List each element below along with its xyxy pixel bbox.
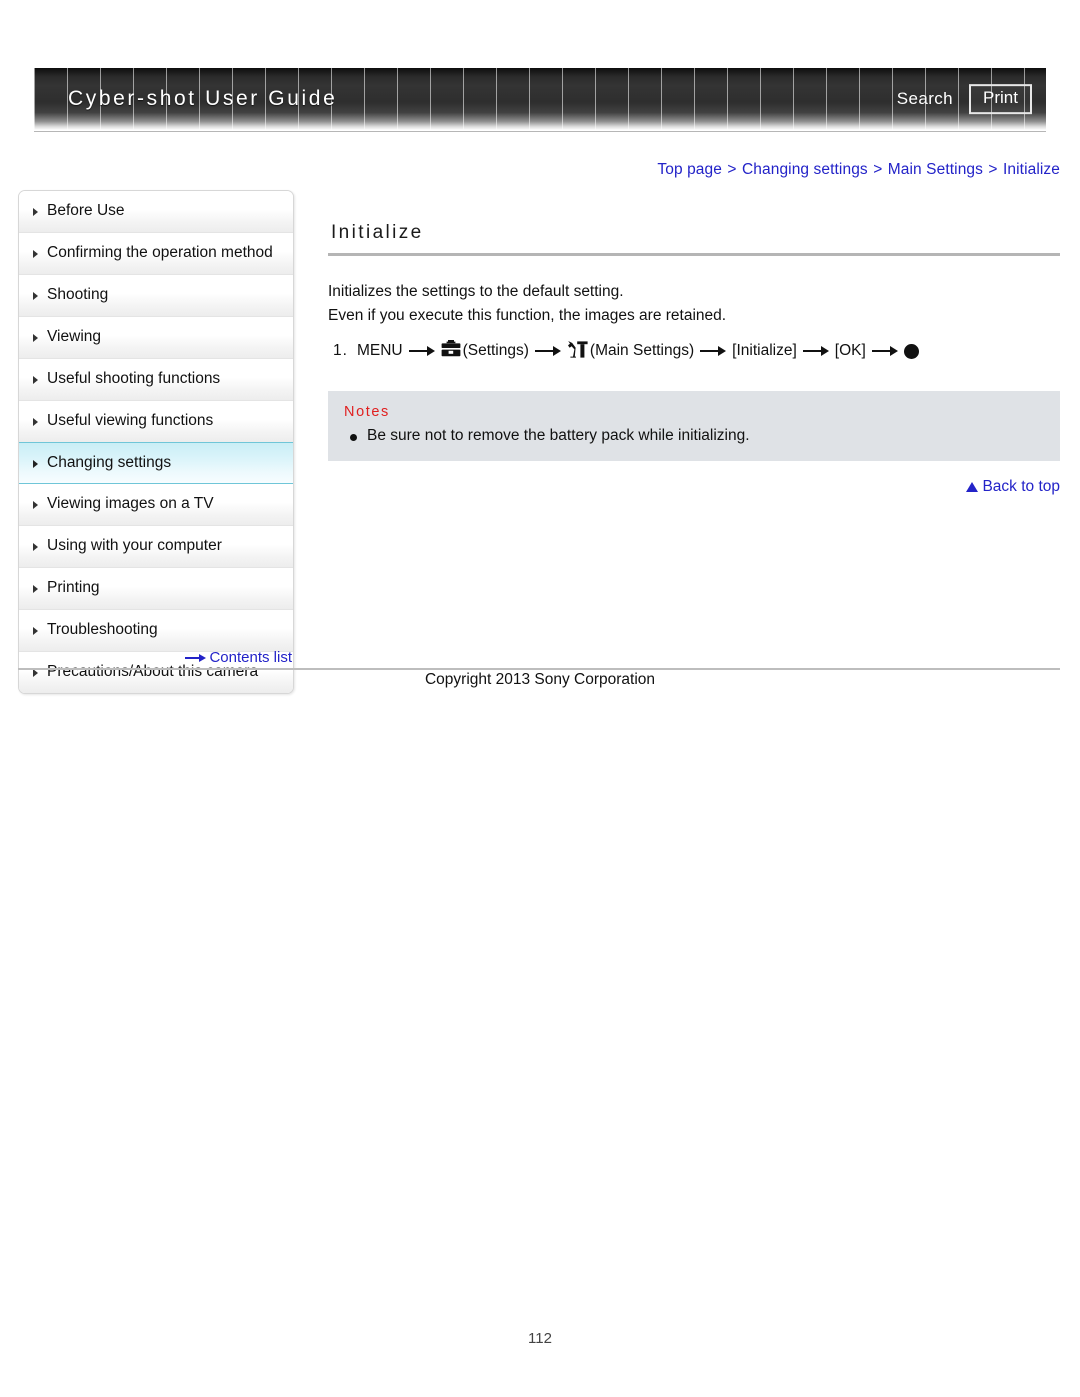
sidebar-item-label: Useful shooting functions (47, 369, 221, 387)
chevron-right-icon (33, 627, 38, 636)
chevron-right-icon (33, 208, 38, 216)
wrench-toolbox-main-settings-icon (567, 340, 588, 363)
header-divider (34, 131, 1046, 132)
sidebar-item-label: Viewing (47, 327, 102, 345)
page-number: 112 (528, 1330, 552, 1347)
sidebar-item-using-with-your-computer[interactable]: Using with your computer (19, 526, 293, 569)
description-line-1: Initializes the settings to the default … (328, 283, 624, 300)
arrow-right-icon (185, 653, 207, 663)
sidebar-item-label: Shooting (47, 285, 109, 303)
arrow-right-icon (408, 345, 435, 357)
chevron-right-icon (33, 291, 38, 300)
search-link[interactable]: Search (897, 89, 953, 109)
sidebar-item-before-use[interactable]: Before Use (19, 191, 293, 233)
sidebar-item-printing[interactable]: Printing (19, 568, 293, 611)
sidebar-item-label: Troubleshooting (47, 621, 158, 639)
control-button-center-icon (903, 343, 919, 359)
notes-panel: Notes Be sure not to remove the battery … (328, 390, 1060, 461)
copyright-text: Copyright 2013 Sony Corporation (424, 671, 656, 688)
page-title: Initialize (331, 222, 424, 243)
title-divider (328, 253, 1060, 256)
bullet-icon (350, 433, 357, 441)
back-to-top-label: Back to top (982, 477, 1060, 495)
site-title: Cyber-shot User Guide (68, 87, 338, 110)
main-content: Initialize Initializes the settings to t… (328, 222, 1060, 496)
contents-list-link[interactable]: Contents list (18, 649, 294, 666)
sidebar-item-changing-settings[interactable]: Changing settings (19, 441, 293, 485)
chevron-right-icon (33, 375, 38, 384)
notes-heading: Notes (344, 403, 390, 420)
sidebar-item-label: Confirming the operation method (47, 243, 273, 261)
breadcrumb-item-top-page[interactable]: Top page (657, 161, 722, 178)
chevron-right-icon (33, 459, 38, 468)
print-button[interactable]: Print (969, 84, 1032, 114)
chevron-right-icon (33, 501, 38, 510)
contents-list-label: Contents list (209, 649, 292, 666)
description-line-2: Even if you execute this function, the i… (328, 307, 727, 325)
chevron-right-icon (33, 249, 38, 258)
step-ok-label: [OK] (834, 342, 866, 360)
sidebar-item-label: Using with your computer (47, 537, 222, 555)
sidebar-item-useful-shooting-functions[interactable]: Useful shooting functions (19, 358, 293, 401)
sidebar-item-label: Before Use (47, 202, 125, 219)
sidebar-item-useful-viewing-functions[interactable]: Useful viewing functions (19, 400, 293, 443)
breadcrumb-item-changing-settings[interactable]: Changing settings (742, 161, 868, 178)
sidebar-item-confirming-the-operation-method[interactable]: Confirming the operation method (19, 232, 293, 275)
step-main-settings-label: (Main Settings) (589, 342, 695, 360)
note-item-text: Be sure not to remove the battery pack w… (367, 426, 750, 444)
sidebar-item-shooting[interactable]: Shooting (19, 274, 293, 317)
toolbox-settings-icon (441, 340, 461, 362)
sidebar-item-viewing-images-on-a-tv[interactable]: Viewing images on a TV (19, 484, 293, 527)
triangle-up-icon (966, 481, 979, 492)
sidebar-navigation: Before Use Confirming the operation meth… (18, 190, 294, 695)
sidebar-item-label: Viewing images on a TV (47, 495, 214, 513)
sidebar-item-troubleshooting[interactable]: Troubleshooting (19, 610, 293, 653)
header-actions: Search Print (897, 84, 1032, 114)
breadcrumb-item-initialize[interactable]: Initialize (1003, 161, 1060, 178)
sidebar-item-label: Changing settings (47, 453, 172, 471)
breadcrumb: Top page > Changing settings > Main Sett… (657, 161, 1060, 179)
breadcrumb-separator: > (873, 161, 883, 178)
breadcrumb-separator: > (727, 161, 737, 178)
back-to-top-link[interactable]: Back to top (328, 478, 1060, 496)
step-menu-label: MENU (356, 342, 403, 360)
header-banner: Cyber-shot User Guide Search Print (34, 68, 1046, 130)
step-initialize-label: [Initialize] (732, 342, 797, 360)
arrow-right-icon (534, 345, 561, 357)
sidebar-item-label: Printing (47, 579, 100, 597)
arrow-right-icon (700, 345, 727, 357)
chevron-right-icon (33, 543, 38, 552)
note-item: Be sure not to remove the battery pack w… (344, 427, 1044, 445)
breadcrumb-item-main-settings[interactable]: Main Settings (888, 161, 983, 178)
chevron-right-icon (33, 333, 38, 342)
step-settings-label: (Settings) (462, 342, 529, 360)
sidebar-item-viewing[interactable]: Viewing (19, 316, 293, 359)
chevron-right-icon (33, 585, 38, 594)
procedure-step-1: 1. MENU (Settings) (Main Settings) [Init… (333, 340, 1060, 363)
chevron-right-icon (33, 417, 38, 426)
arrow-right-icon (871, 345, 898, 357)
site-header: Cyber-shot User Guide Search Print (0, 68, 1080, 138)
breadcrumb-separator: > (988, 161, 998, 178)
footer-divider (18, 668, 1060, 670)
step-number: 1. (333, 342, 348, 360)
arrow-right-icon (802, 345, 829, 357)
sidebar-item-label: Useful viewing functions (47, 411, 214, 429)
